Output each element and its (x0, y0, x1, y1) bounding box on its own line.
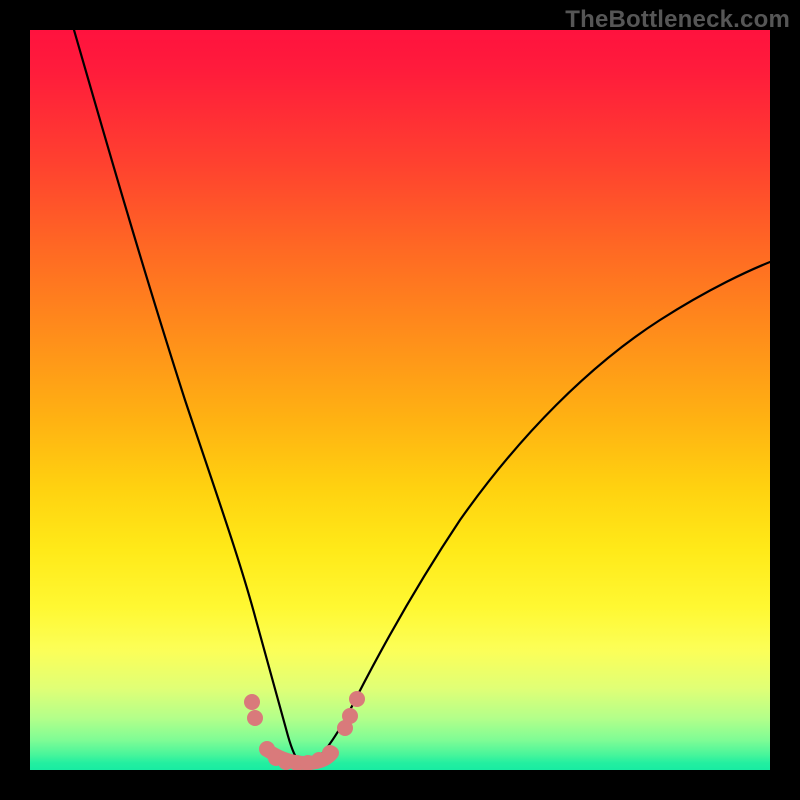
bead-cluster (244, 691, 365, 770)
right-curve (311, 262, 770, 763)
watermark: TheBottleneck.com (565, 6, 790, 34)
left-curve (74, 30, 300, 763)
frame: TheBottleneck.com (0, 0, 800, 800)
plot-area (30, 30, 770, 770)
curves-svg (30, 30, 770, 770)
